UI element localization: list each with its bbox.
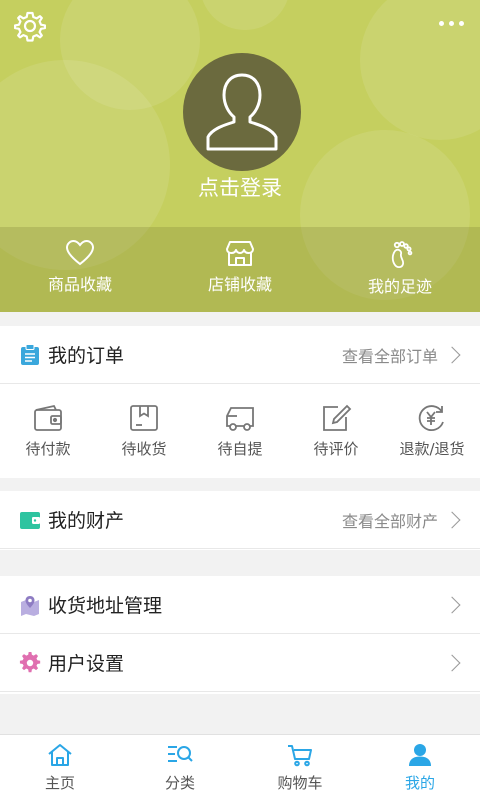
assets-panel: 我的财产 查看全部财产	[0, 491, 480, 550]
shop-icon	[226, 241, 254, 266]
order-status-label: 待收货	[121, 440, 167, 458]
more-button[interactable]	[430, 8, 472, 38]
footprint-icon	[391, 241, 413, 269]
map-pin-icon	[18, 593, 42, 617]
home-icon	[48, 744, 72, 766]
fav-item-footprints[interactable]: 我的足迹	[320, 227, 480, 312]
chevron-right-icon	[443, 346, 461, 363]
package-icon	[130, 405, 158, 431]
avatar[interactable]	[183, 53, 301, 171]
assets-row[interactable]: 我的财产 查看全部财产	[0, 491, 480, 549]
user-settings-title: 用户设置	[48, 653, 125, 675]
order-status-label: 待评价	[313, 440, 359, 458]
order-status-refund[interactable]: 退款/退货	[384, 384, 480, 476]
order-status-label: 待自提	[217, 440, 263, 458]
category-icon	[168, 746, 193, 762]
wallet-icon	[34, 404, 62, 431]
more-dot-icon	[438, 20, 444, 26]
nav-label: 购物车	[277, 774, 323, 792]
clipboard-icon	[18, 343, 42, 367]
user-icon	[409, 744, 431, 766]
order-status-unpaid[interactable]: 待付款	[0, 384, 96, 476]
settings-button[interactable]	[10, 8, 50, 44]
refund-icon	[418, 405, 444, 431]
order-status-to-review[interactable]: 待评价	[288, 384, 384, 476]
orders-header-row[interactable]: 我的订单 查看全部订单	[0, 326, 480, 384]
address-title: 收货地址管理	[48, 595, 163, 617]
chevron-right-icon	[443, 654, 461, 671]
fav-item-shops[interactable]: 店铺收藏	[160, 227, 320, 312]
order-status-label: 退款/退货	[399, 440, 465, 458]
order-status-to-receive[interactable]: 待收货	[96, 384, 192, 476]
favorites-bar: 商品收藏 店铺收藏 我的足迹	[0, 227, 480, 312]
nav-label: 分类	[164, 774, 195, 792]
user-settings-row[interactable]: 用户设置	[0, 634, 480, 692]
login-link[interactable]: 点击登录	[0, 172, 480, 202]
fav-item-label: 商品收藏	[47, 275, 112, 294]
more-dot-icon	[448, 20, 454, 26]
menu-panel: 收货地址管理 用户设置	[0, 576, 480, 694]
order-status-self-pickup[interactable]: 待自提	[192, 384, 288, 476]
view-all-assets-link[interactable]: 查看全部财产	[342, 508, 438, 532]
cart-icon	[288, 745, 312, 767]
orders-title: 我的订单	[48, 345, 125, 367]
fav-item-label: 我的足迹	[367, 277, 432, 296]
fav-item-label: 店铺收藏	[207, 275, 272, 294]
nav-label: 我的	[404, 774, 435, 792]
chevron-right-icon	[443, 511, 461, 528]
address-row[interactable]: 收货地址管理	[0, 576, 480, 634]
nav-home[interactable]: 主页	[0, 735, 120, 800]
edit-icon	[323, 404, 352, 431]
profile-header: 点击登录 商品收藏 店铺收藏 我的足迹	[0, 0, 480, 312]
bg-bubble	[200, 0, 290, 30]
nav-cart[interactable]: 购物车	[240, 735, 360, 800]
nav-category[interactable]: 分类	[120, 735, 240, 800]
nav-label: 主页	[44, 774, 75, 792]
orders-panel: 我的订单 查看全部订单 待付款 待收货 待自提 待评价 退款/退货	[0, 326, 480, 478]
bottom-nav: 主页 分类 购物车 我的	[0, 734, 480, 800]
chevron-right-icon	[443, 596, 461, 613]
settings-gear-icon	[18, 651, 42, 675]
order-status-list: 待付款 待收货 待自提 待评价 退款/退货	[0, 384, 480, 476]
gear-icon	[14, 11, 46, 42]
truck-icon	[226, 407, 254, 431]
fav-item-products[interactable]: 商品收藏	[0, 227, 160, 312]
wallet-filled-icon	[18, 508, 42, 532]
nav-mine[interactable]: 我的	[360, 735, 480, 800]
user-silhouette-icon	[206, 73, 278, 151]
heart-icon	[65, 239, 95, 266]
order-status-label: 待付款	[25, 440, 71, 458]
assets-title: 我的财产	[48, 510, 125, 532]
more-dot-icon	[458, 20, 464, 26]
view-all-orders-link[interactable]: 查看全部订单	[342, 343, 438, 367]
